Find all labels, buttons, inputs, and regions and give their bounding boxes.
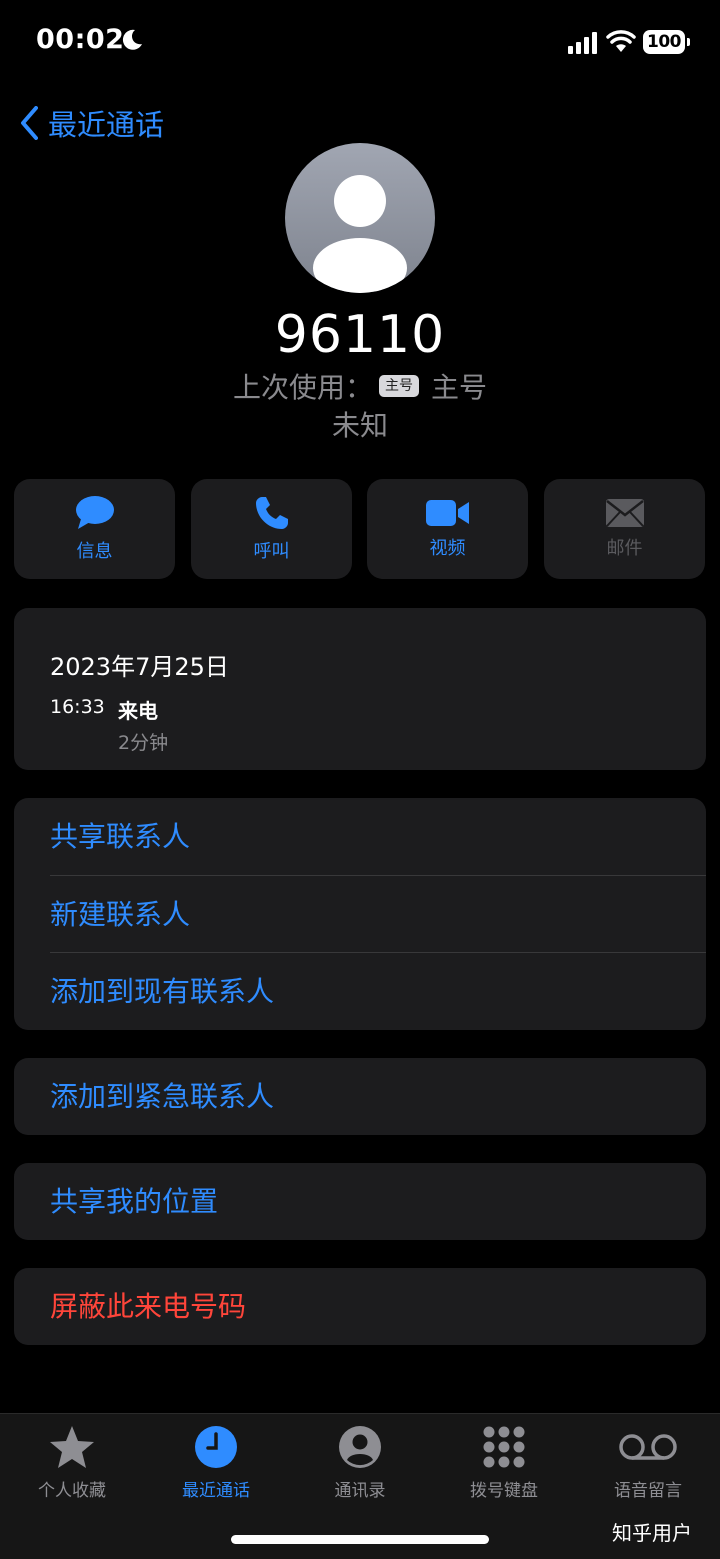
home-indicator[interactable] xyxy=(231,1535,489,1544)
share-location-button[interactable]: 共享我的位置 xyxy=(50,1163,706,1240)
keypad-icon xyxy=(483,1426,525,1468)
video-icon xyxy=(425,500,469,526)
watermark: 知乎用户 xyxy=(612,1521,692,1545)
mail-label: 邮件 xyxy=(606,538,643,559)
block-caller-button[interactable]: 屏蔽此来电号码 xyxy=(50,1268,706,1345)
emergency-card: 添加到紧急联系人 xyxy=(14,1058,706,1135)
back-button[interactable]: 最近通话 xyxy=(20,102,164,144)
battery-icon: 100 xyxy=(643,30,685,54)
contacts-icon xyxy=(339,1426,381,1468)
tab-voicemail-label: 语音留言 xyxy=(614,1481,682,1501)
star-icon xyxy=(50,1426,94,1468)
video-label: 视频 xyxy=(429,538,466,559)
voicemail-icon xyxy=(619,1434,677,1460)
call-duration: 2分钟 xyxy=(118,732,169,754)
call-label: 呼叫 xyxy=(253,541,290,562)
wifi-icon xyxy=(606,30,636,52)
share-location-card: 共享我的位置 xyxy=(14,1163,706,1240)
add-emergency-contact-button[interactable]: 添加到紧急联系人 xyxy=(50,1058,706,1135)
tab-favorites[interactable]: 个人收藏 xyxy=(0,1414,144,1514)
share-contact-button[interactable]: 共享联系人 xyxy=(50,798,706,875)
sim-badge: 主号 xyxy=(379,375,419,397)
contact-location: 未知 xyxy=(331,409,388,442)
message-button[interactable]: 信息 xyxy=(14,479,175,579)
mail-icon xyxy=(605,499,644,527)
person-silhouette-icon xyxy=(313,175,407,293)
add-to-existing-contact-button[interactable]: 添加到现有联系人 xyxy=(50,952,706,1030)
sim-label: 主号 xyxy=(431,371,488,404)
video-button[interactable]: 视频 xyxy=(367,479,528,579)
tab-contacts-label: 通讯录 xyxy=(334,1481,386,1501)
avatar xyxy=(285,143,435,293)
contact-number: 96110 xyxy=(274,305,446,365)
clock-icon xyxy=(195,1426,237,1468)
tab-favorites-label: 个人收藏 xyxy=(38,1481,106,1501)
phone-icon xyxy=(255,497,288,529)
call-type: 来电 xyxy=(118,699,158,723)
call-time: 16:33 xyxy=(50,696,105,718)
call-date: 2023年7月25日 xyxy=(50,653,229,681)
chevron-left-icon xyxy=(21,106,38,140)
status-time: 00:02 xyxy=(36,24,125,55)
tab-recents[interactable]: 最近通话 xyxy=(144,1414,288,1514)
block-card: 屏蔽此来电号码 xyxy=(14,1268,706,1345)
last-used-prefix: 上次使用： xyxy=(232,371,373,404)
tab-contacts[interactable]: 通讯录 xyxy=(288,1414,432,1514)
battery-tip xyxy=(687,38,690,46)
message-icon xyxy=(75,496,114,529)
tab-voicemail[interactable]: 语音留言 xyxy=(576,1414,720,1514)
contact-options-card: 共享联系人 新建联系人 添加到现有联系人 xyxy=(14,798,706,1030)
tab-keypad-label: 拨号键盘 xyxy=(470,1481,538,1501)
call-button[interactable]: 呼叫 xyxy=(191,479,352,579)
last-used-line: 上次使用： 主号 主号 xyxy=(0,366,720,406)
tab-recents-label: 最近通话 xyxy=(182,1481,250,1501)
moon-icon xyxy=(122,29,142,50)
message-label: 信息 xyxy=(76,541,113,562)
signal-icon xyxy=(568,32,597,54)
new-contact-button[interactable]: 新建联系人 xyxy=(50,875,706,953)
call-history-card: 2023年7月25日 16:33 来电 2分钟 xyxy=(14,608,706,770)
tab-keypad[interactable]: 拨号键盘 xyxy=(432,1414,576,1514)
back-label: 最近通话 xyxy=(48,108,165,142)
mail-button[interactable]: 邮件 xyxy=(544,479,705,579)
